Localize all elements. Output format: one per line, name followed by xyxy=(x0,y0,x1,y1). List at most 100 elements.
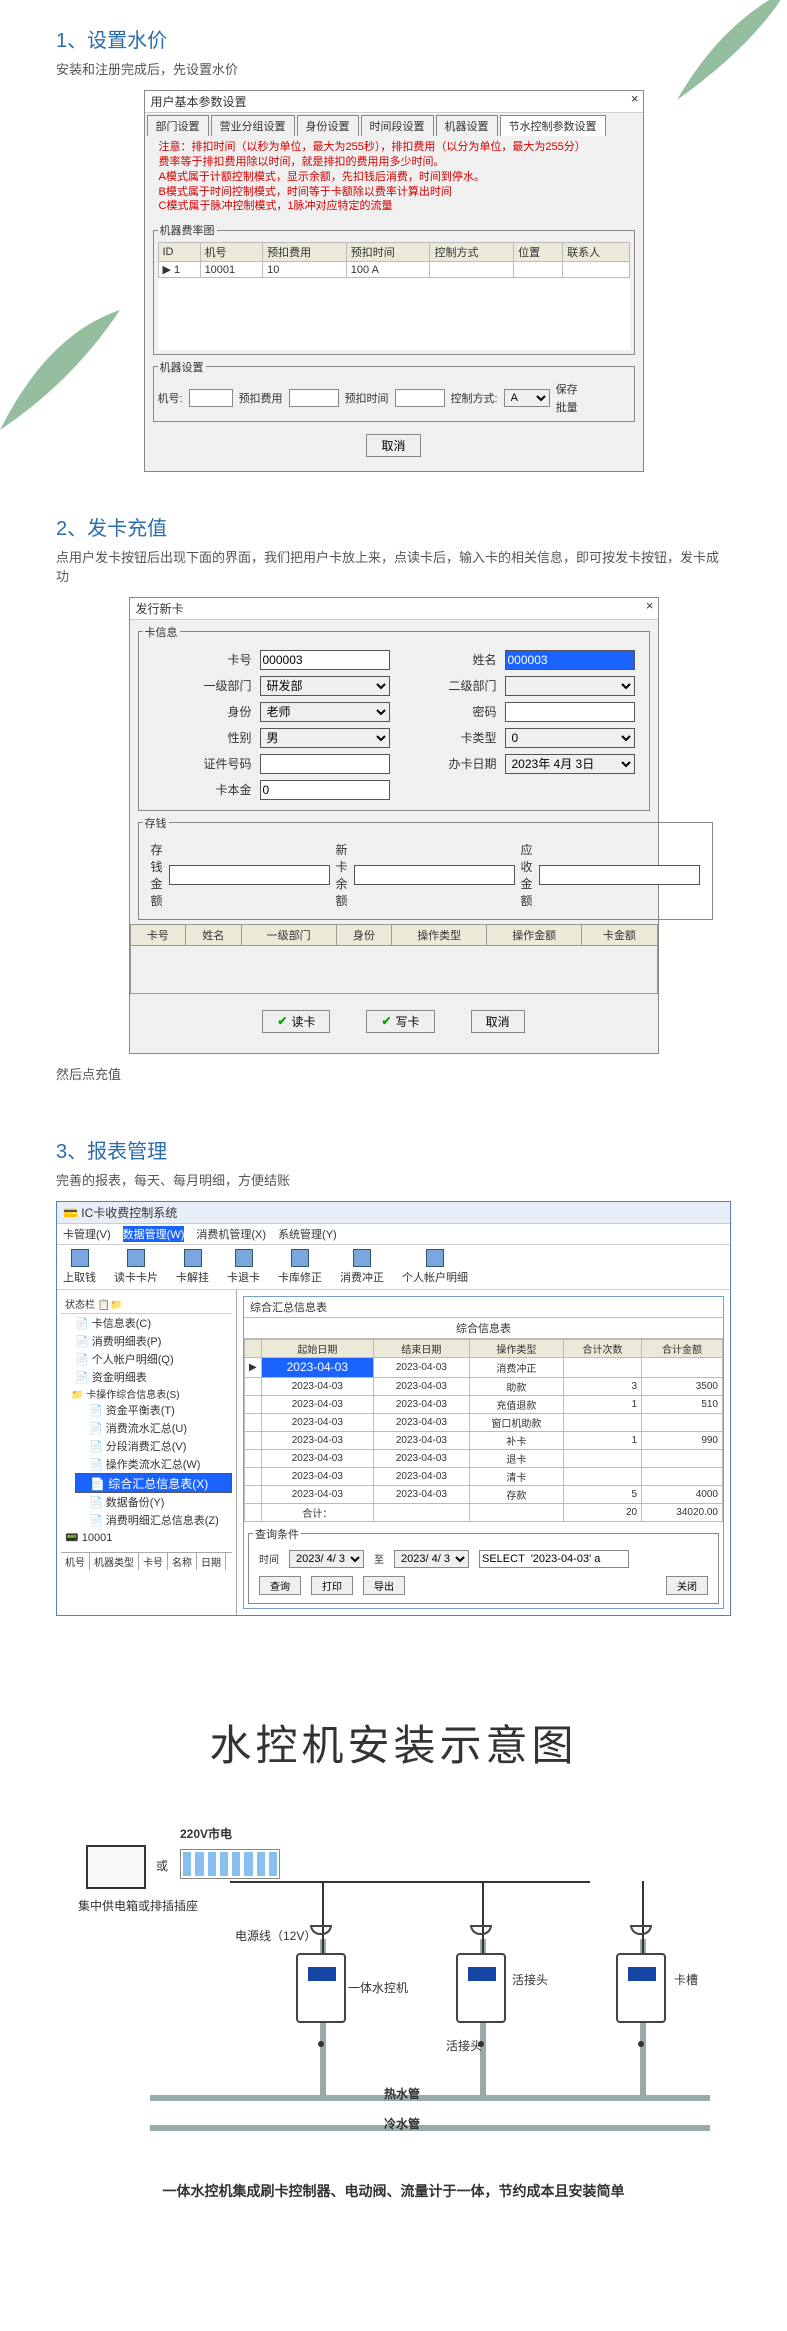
inp-cardno[interactable] xyxy=(260,650,390,670)
tool-icon xyxy=(291,1249,309,1267)
print-button[interactable]: 打印 xyxy=(311,1576,353,1595)
sel-sex[interactable]: 男 xyxy=(260,728,390,748)
inp-sql[interactable] xyxy=(479,1550,629,1568)
power-strip xyxy=(180,1849,280,1879)
check-icon: ✔ xyxy=(277,1014,287,1028)
sel-dept1[interactable]: 研发部 xyxy=(260,676,390,696)
tool-item[interactable]: 个人帐户明细 xyxy=(402,1249,468,1285)
sel-role[interactable]: 老师 xyxy=(260,702,390,722)
lbl-pwd: 密码 xyxy=(398,703,497,720)
tab-4[interactable]: 机器设置 xyxy=(436,115,498,136)
tool-icon xyxy=(426,1249,444,1267)
tool-item[interactable]: 消费冲正 xyxy=(340,1249,384,1285)
fs-cardinfo: 卡信息 xyxy=(143,624,180,640)
tree-item[interactable]: 📄 数据备份(Y) xyxy=(75,1493,232,1511)
lbl-name: 姓名 xyxy=(398,651,497,668)
lbl-date: 办卡日期 xyxy=(398,755,497,772)
tool-item[interactable]: 上取钱 xyxy=(63,1249,96,1285)
win2-title: 发行新卡 xyxy=(136,602,184,616)
sel-date-to[interactable]: 2023/ 4/ 3 xyxy=(394,1550,469,1568)
card-op-table: 卡号姓名一级部门身份操作类型操作金额卡金额 xyxy=(130,924,658,946)
lbl-ctype: 卡类型 xyxy=(398,729,497,746)
menu-item[interactable]: 消费机管理(X) xyxy=(196,1226,266,1242)
lbl-dept2: 二级部门 xyxy=(398,677,497,694)
save-button[interactable]: 保存 xyxy=(556,381,578,397)
tree-item[interactable]: 📄 个人帐户明细(Q) xyxy=(61,1350,232,1368)
sel-dept2[interactable] xyxy=(505,676,635,696)
section2-after: 然后点充值 xyxy=(56,1064,731,1083)
lbl-sex: 性别 xyxy=(153,729,252,746)
lbl-newbal: 新卡余额 xyxy=(336,841,348,909)
menu-item[interactable]: 系统管理(Y) xyxy=(278,1226,337,1242)
lbl-unit: 一体水控机 xyxy=(348,1979,408,1996)
cancel-button[interactable]: 取消 xyxy=(366,434,420,457)
diagram-title: 水控机安装示意图 xyxy=(30,1672,757,1809)
sel-date-from[interactable]: 2023/ 4/ 3 xyxy=(289,1550,364,1568)
tab-3[interactable]: 时间段设置 xyxy=(361,115,434,136)
inp-pwd[interactable] xyxy=(505,702,635,722)
tree-item[interactable]: 📄 综合汇总信息表(X) xyxy=(75,1473,232,1493)
tabs: 部门设置营业分组设置身份设置时间段设置机器设置节水控制参数设置 xyxy=(145,113,643,136)
tree-item[interactable]: 📄 分段消费汇总(V) xyxy=(75,1437,232,1455)
lbl-base: 卡本金 xyxy=(153,781,252,798)
tool-item[interactable]: 卡库修正 xyxy=(278,1249,322,1285)
inp-time[interactable] xyxy=(395,389,445,407)
report-app: 💳 IC卡收费控制系统 卡管理(V)数据管理(W)消费机管理(X)系统管理(Y)… xyxy=(56,1201,731,1616)
tab-2[interactable]: 身份设置 xyxy=(297,115,359,136)
tool-item[interactable]: 卡解挂 xyxy=(176,1249,209,1285)
inp-machine[interactable] xyxy=(189,389,233,407)
warning-text: 注意：排扣时间（以秒为单位，最大为255秒），排扣费用（以分为单位，最大为255… xyxy=(145,136,643,218)
query-button[interactable]: 查询 xyxy=(259,1576,301,1595)
menu-item[interactable]: 卡管理(V) xyxy=(63,1226,111,1242)
inp-recv[interactable] xyxy=(539,865,700,885)
sel-date[interactable]: 2023年 4月 3日 xyxy=(505,754,635,774)
sel-ctype[interactable]: 0 xyxy=(505,728,635,748)
lbl-wire: 电源线（12V） xyxy=(235,1927,316,1944)
inp-idno[interactable] xyxy=(260,754,390,774)
section2-title: 2、发卡充值 xyxy=(56,512,731,541)
tool-item[interactable]: 读卡卡片 xyxy=(114,1249,158,1285)
tab-0[interactable]: 部门设置 xyxy=(147,115,209,136)
water-unit xyxy=(616,1953,666,2023)
inp-fee[interactable] xyxy=(289,389,339,407)
inp-deposit[interactable] xyxy=(169,865,330,885)
panel-title: 综合汇总信息表 xyxy=(250,1302,327,1314)
batch-button[interactable]: 批量 xyxy=(556,399,578,415)
menu-item[interactable]: 数据管理(W) xyxy=(123,1226,185,1242)
cancel-button[interactable]: 取消 xyxy=(471,1010,525,1033)
inp-newbal[interactable] xyxy=(354,865,515,885)
tool-icon xyxy=(71,1249,89,1267)
inp-base[interactable] xyxy=(260,780,390,800)
lbl-fee: 预扣费用 xyxy=(239,390,283,406)
lbl-cardno: 卡号 xyxy=(153,651,252,668)
tab-1[interactable]: 营业分组设置 xyxy=(211,115,295,136)
tree-item[interactable]: 📄 消费流水汇总(U) xyxy=(75,1419,232,1437)
tool-icon xyxy=(184,1249,202,1267)
tree-item[interactable]: 📄 操作类流水汇总(W) xyxy=(75,1455,232,1473)
tool-icon xyxy=(353,1249,371,1267)
tree-item[interactable]: 📄 卡信息表(C) xyxy=(61,1314,232,1332)
export-button[interactable]: 导出 xyxy=(363,1576,405,1595)
lbl-dept1: 一级部门 xyxy=(153,677,252,694)
write-card-button[interactable]: ✔写卡 xyxy=(366,1010,434,1033)
fs-rates: 机器费率图 xyxy=(158,222,217,238)
diagram-caption: 一体水控机集成刷卡控制器、电动阀、流量计于一体，节约成本且安装简单 xyxy=(30,2169,757,2291)
close-icon[interactable]: × xyxy=(646,598,654,613)
close-icon[interactable]: × xyxy=(631,91,639,106)
tab-5[interactable]: 节水控制参数设置 xyxy=(500,115,606,136)
lbl-hot: 热水管 xyxy=(384,2085,420,2102)
tool-item[interactable]: 卡退卡 xyxy=(227,1249,260,1285)
lbl-recv: 应收金额 xyxy=(521,841,533,909)
close-button[interactable]: 关闭 xyxy=(666,1576,708,1595)
power-box xyxy=(86,1845,146,1889)
tree-item[interactable]: 📄 资金平衡表(T) xyxy=(75,1401,232,1419)
tree-item[interactable]: 📄 消费明细表(P) xyxy=(61,1332,232,1350)
sel-mode[interactable]: A xyxy=(504,389,550,407)
tree-item[interactable]: 📄 资金明细表 xyxy=(61,1368,232,1386)
read-card-button[interactable]: ✔读卡 xyxy=(262,1010,330,1033)
lbl-cold: 冷水管 xyxy=(384,2115,420,2132)
tree-item[interactable]: 📄 消费明细汇总信息表(Z) xyxy=(75,1511,232,1529)
inp-name[interactable] xyxy=(505,650,635,670)
lbl-mode: 控制方式: xyxy=(451,390,498,406)
tool-icon xyxy=(127,1249,145,1267)
